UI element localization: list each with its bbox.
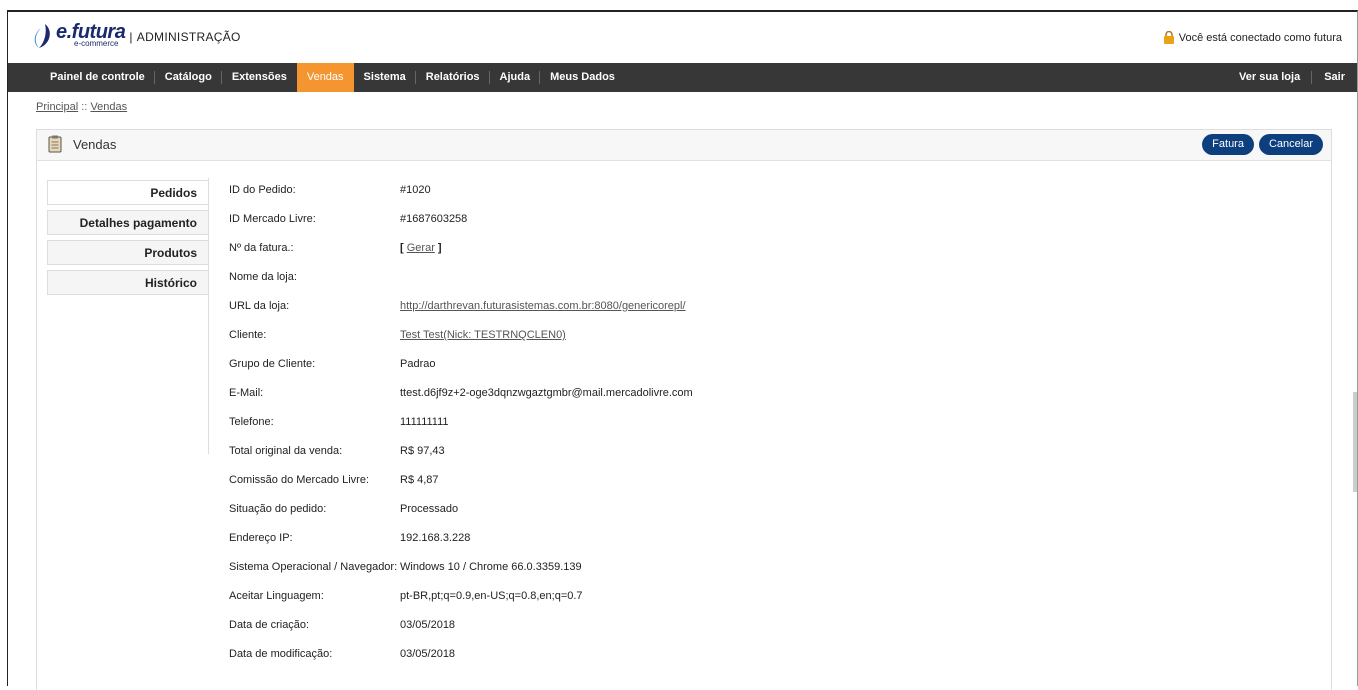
store-url-link[interactable]: http://darthrevan.futurasistemas.com.br:… — [400, 300, 686, 312]
os-browser-label: Sistema Operacional / Navegador: — [229, 561, 398, 573]
menu-item-ver-loja[interactable]: Ver sua loja — [1227, 63, 1313, 92]
store-name-label: Nome da loja: — [229, 271, 297, 283]
breadcrumb-current[interactable]: Vendas — [90, 101, 127, 113]
header: e.futura e-commerce | ADMINISTRAÇÃO Você … — [8, 12, 1357, 63]
order-id-label: ID do Pedido: — [229, 184, 296, 196]
generate-invoice-link[interactable]: Gerar — [407, 242, 435, 254]
order-tabs: Pedidos Detalhes pagamento Produtos Hist… — [47, 180, 209, 300]
tab-detalhes-pagamento[interactable]: Detalhes pagamento — [47, 210, 209, 235]
created-date-value: 03/05/2018 — [400, 619, 456, 631]
bracket-open: [ — [400, 242, 404, 254]
clipboard-icon — [48, 135, 62, 153]
brand-sub: e-commerce — [74, 39, 119, 48]
invoice-button[interactable]: Fatura — [1202, 134, 1254, 155]
customer-link[interactable]: Test Test(Nick: TESTRNQCLEN0) — [400, 329, 566, 341]
order-id-value: #1020 — [400, 184, 431, 196]
ml-id-label: ID Mercado Livre: — [229, 213, 316, 225]
lock-icon — [1163, 31, 1174, 44]
created-date-label: Data de criação: — [229, 619, 310, 631]
panel-header: Vendas Fatura Cancelar — [37, 130, 1331, 161]
os-browser-value: Windows 10 / Chrome 66.0.3359.139 — [400, 561, 582, 573]
commission-label: Comissão do Mercado Livre: — [229, 474, 370, 486]
tab-pedidos[interactable]: Pedidos — [47, 180, 209, 205]
total-value: R$ 97,43 — [400, 445, 445, 457]
accept-language-label: Aceitar Linguagem: — [229, 590, 324, 602]
bracket-close: ] — [437, 242, 442, 254]
order-status-value: Processado — [400, 503, 459, 515]
scrollbar[interactable] — [1353, 392, 1357, 492]
logo-swoosh-icon — [34, 24, 50, 48]
phone-value: 111111111 — [400, 416, 449, 428]
invoice-number-value: [ Gerar ] — [400, 242, 442, 254]
store-url-label: URL da loja: — [229, 300, 290, 312]
menu-item-sair[interactable]: Sair — [1312, 63, 1357, 92]
menu-item-sistema[interactable]: Sistema — [354, 63, 416, 92]
email-label: E-Mail: — [229, 387, 264, 399]
ip-label: Endereço IP: — [229, 532, 293, 544]
menu-item-catalogo[interactable]: Catálogo — [155, 63, 222, 92]
menu-item-extensoes[interactable]: Extensões — [222, 63, 297, 92]
tab-divider — [208, 178, 209, 454]
tab-produtos[interactable]: Produtos — [47, 240, 209, 265]
menu-item-ajuda[interactable]: Ajuda — [490, 63, 541, 92]
accept-language-value: pt-BR,pt;q=0.9,en-US;q=0.8,en;q=0.7 — [400, 590, 583, 602]
app-window: e.futura e-commerce | ADMINISTRAÇÃO Você … — [7, 10, 1358, 690]
breadcrumb: Principal :: Vendas — [36, 101, 127, 113]
breadcrumb-separator: :: — [81, 101, 88, 113]
connected-status: Você está conectado como futura — [1163, 31, 1342, 44]
customer-group-label: Grupo de Cliente: — [229, 358, 316, 370]
modified-date-value: 03/05/2018 — [400, 648, 456, 660]
brand-section: ADMINISTRAÇÃO — [136, 30, 241, 44]
modified-date-label: Data de modificação: — [229, 648, 333, 660]
menu-item-painel[interactable]: Painel de controle — [8, 63, 155, 92]
tab-historico[interactable]: Histórico — [47, 270, 209, 295]
sales-panel: Vendas Fatura Cancelar Pedidos Detalhes … — [36, 129, 1332, 690]
total-label: Total original da venda: — [229, 445, 343, 457]
commission-value: R$ 4,87 — [400, 474, 439, 486]
breadcrumb-home[interactable]: Principal — [36, 101, 78, 113]
brand-separator: | — [129, 30, 133, 44]
connected-text: Você está conectado como futura — [1178, 31, 1342, 44]
cancel-button[interactable]: Cancelar — [1258, 134, 1323, 155]
order-status-label: Situação do pedido: — [229, 503, 327, 515]
logo[interactable]: e.futura e-commerce | ADMINISTRAÇÃO — [31, 22, 241, 50]
phone-label: Telefone: — [229, 416, 274, 428]
main-menu: Painel de controle Catálogo Extensões Ve… — [8, 63, 1357, 92]
menu-item-relatorios[interactable]: Relatórios — [416, 63, 490, 92]
customer-group-value: Padrao — [400, 358, 436, 370]
ip-value: 192.168.3.228 — [400, 532, 471, 544]
invoice-number-label: Nº da fatura.: — [229, 242, 294, 254]
menu-item-vendas[interactable]: Vendas — [296, 63, 354, 92]
ml-id-value: #1687603258 — [400, 213, 468, 225]
customer-label: Cliente: — [229, 329, 267, 341]
email-value: ttest.d6jf9z+2-oge3dqnzwgaztgmbr@mail.me… — [400, 387, 693, 399]
menu-item-meus-dados[interactable]: Meus Dados — [540, 63, 625, 92]
page-title: Vendas — [73, 137, 117, 152]
